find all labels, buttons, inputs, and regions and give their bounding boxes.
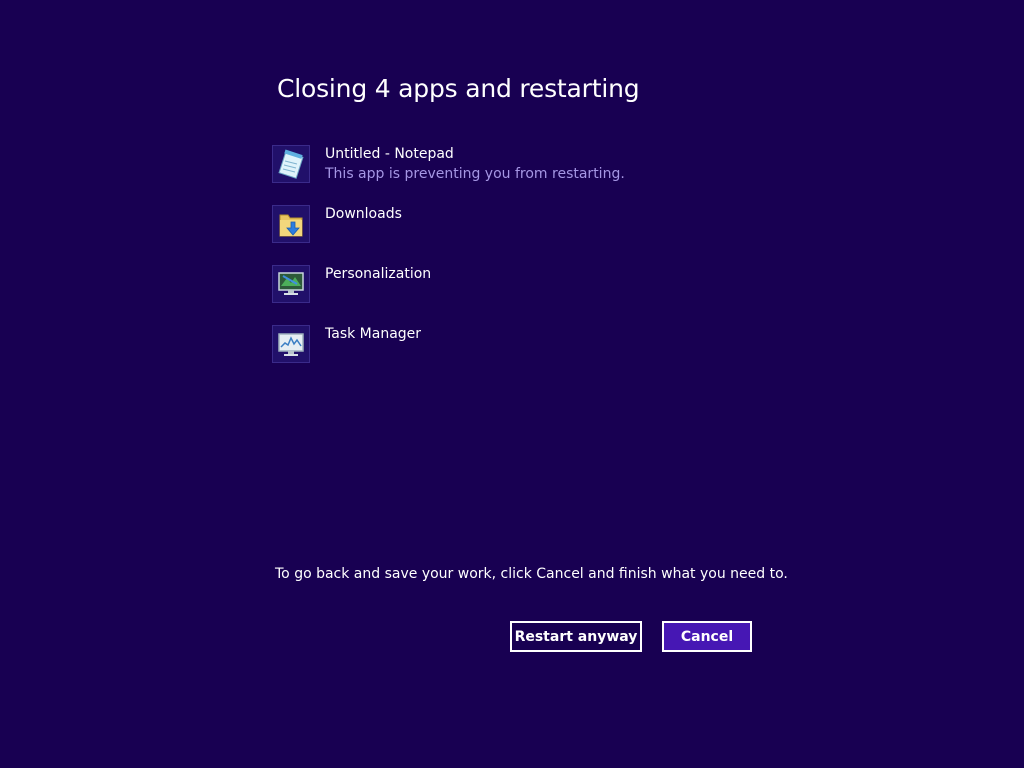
app-status: This app is preventing you from restarti… [325,166,625,182]
downloads-folder-icon [272,205,310,243]
notepad-icon [272,145,310,183]
restart-screen: Closing 4 apps and restarting Untitled -… [0,0,1024,768]
app-name: Personalization [325,266,432,282]
dialog-title: Closing 4 apps and restarting [277,74,640,103]
list-item: Downloads [272,205,752,265]
app-name: Task Manager [325,326,422,342]
list-item: Personalization [272,265,752,325]
task-manager-icon [272,325,310,363]
app-name: Untitled - Notepad [325,146,454,162]
app-list: Untitled - Notepad This app is preventin… [272,145,752,385]
restart-anyway-button[interactable]: Restart anyway [510,621,642,652]
app-name: Downloads [325,206,402,222]
instruction-message: To go back and save your work, click Can… [275,566,788,582]
personalization-icon [272,265,310,303]
list-item: Task Manager [272,325,752,385]
cancel-button[interactable]: Cancel [662,621,752,652]
list-item: Untitled - Notepad This app is preventin… [272,145,752,205]
